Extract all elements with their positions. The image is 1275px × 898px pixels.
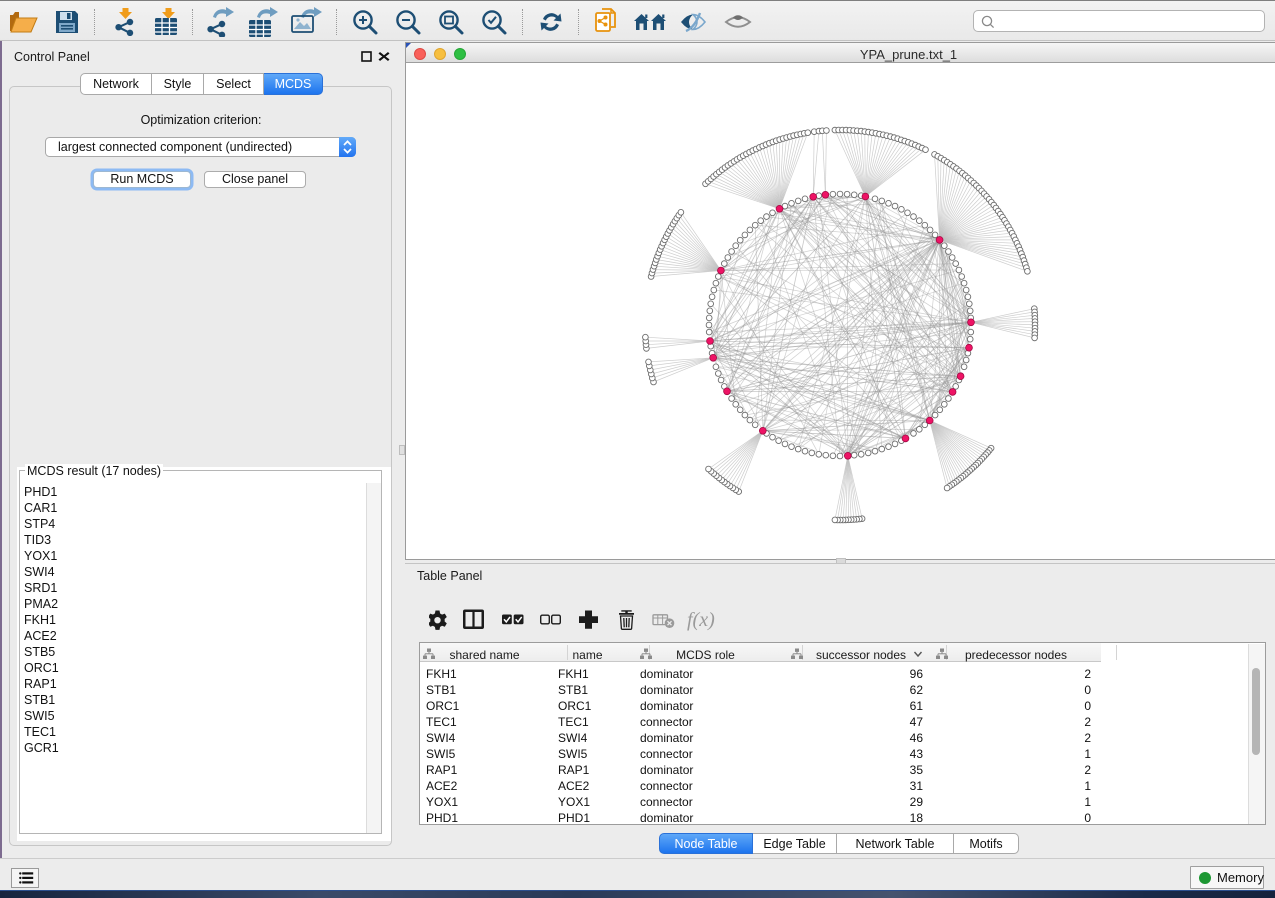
svg-text:f(x): f(x) <box>687 609 715 631</box>
